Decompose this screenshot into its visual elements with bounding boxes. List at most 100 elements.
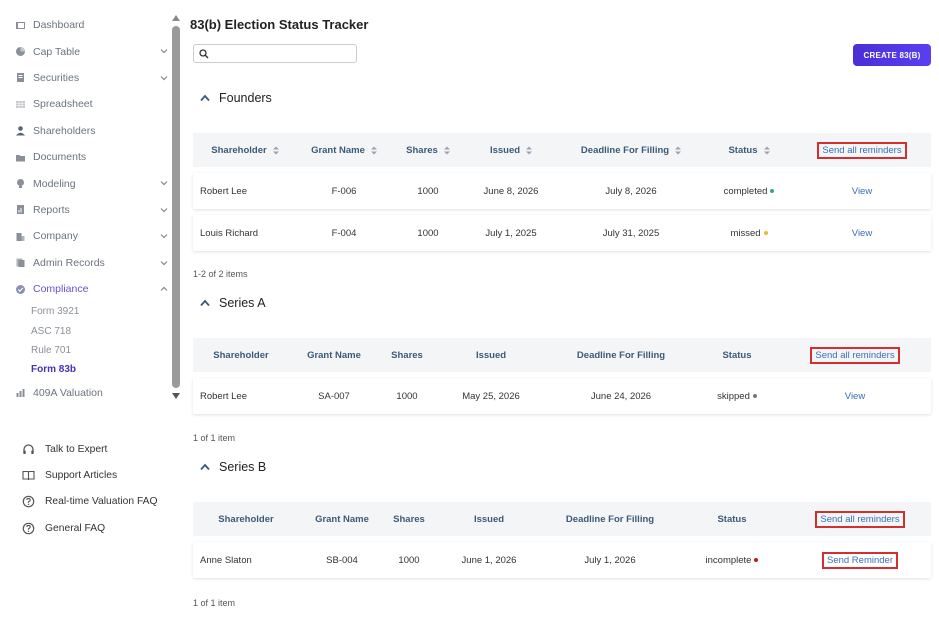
general-faq-link[interactable]: General FAQ bbox=[22, 515, 182, 541]
chevron-down-icon[interactable] bbox=[160, 232, 168, 240]
cell-action: View bbox=[793, 173, 931, 209]
sidebar-item-reports[interactable]: Reports bbox=[0, 197, 172, 223]
sidebar-item-label: 409A Valuation bbox=[33, 386, 103, 399]
sidebar-item-409a-valuation[interactable]: 409A Valuation bbox=[0, 379, 172, 405]
column-header-status[interactable]: Status bbox=[695, 338, 779, 372]
column-header-action: Send all reminders bbox=[779, 338, 931, 372]
section-toggle-series-b[interactable]: Series B bbox=[200, 460, 266, 474]
talk-to-expert-link[interactable]: Talk to Expert bbox=[22, 436, 182, 462]
view-link[interactable]: View bbox=[852, 228, 872, 239]
scroll-up-arrow-icon[interactable] bbox=[172, 14, 180, 22]
pagination-count: 1 of 1 item bbox=[193, 433, 236, 443]
chevron-down-icon[interactable] bbox=[160, 259, 168, 267]
column-header-deadline[interactable]: Deadline For Filling bbox=[545, 502, 675, 536]
status-dot bbox=[752, 394, 757, 398]
table-row: Robert Lee SA-007 1000 May 25, 2026 June… bbox=[193, 378, 931, 414]
search-icon bbox=[199, 49, 209, 59]
sidebar-item-label: Shareholders bbox=[33, 124, 96, 137]
sidebar-item-dashboard[interactable]: Dashboard bbox=[0, 12, 172, 38]
column-label: Issued bbox=[489, 144, 521, 156]
send-all-reminders-button[interactable]: Send all reminders bbox=[815, 510, 905, 528]
table-row: Anne Slaton SB-004 1000 June 1, 2026 Jul… bbox=[193, 542, 931, 578]
sidebar-item-compliance[interactable]: Compliance bbox=[0, 276, 172, 302]
status-text: missed bbox=[730, 227, 761, 239]
cell-action: View bbox=[793, 215, 931, 251]
column-header-grant-name[interactable]: Grant Name bbox=[297, 133, 391, 167]
column-header-shareholder[interactable]: Shareholder bbox=[193, 133, 297, 167]
view-link[interactable]: View bbox=[845, 391, 865, 402]
section-toggle-series-a[interactable]: Series A bbox=[200, 296, 266, 310]
create-83b-button[interactable]: CREATE 83(B) bbox=[853, 44, 931, 66]
sidebar-item-securities[interactable]: Securities bbox=[0, 65, 172, 91]
sort-icon[interactable] bbox=[272, 146, 279, 155]
chevron-down-icon[interactable] bbox=[160, 47, 168, 55]
cell-grant-name: SB-004 bbox=[326, 554, 358, 566]
sidebar-item-cap-table[interactable]: Cap Table bbox=[0, 38, 172, 64]
table-row: Robert Lee F-006 1000 June 8, 2026 July … bbox=[193, 173, 931, 209]
column-header-deadline[interactable]: Deadline For Filling bbox=[547, 338, 695, 372]
sidebar-subitem-form-83b[interactable]: Form 83b bbox=[31, 360, 172, 379]
column-header-shareholder[interactable]: Shareholder bbox=[193, 338, 289, 372]
chevron-up-icon bbox=[200, 463, 210, 471]
lightbulb-icon bbox=[15, 178, 26, 189]
column-header-grant-name[interactable]: Grant Name bbox=[299, 502, 385, 536]
column-header-shares[interactable]: Shares bbox=[391, 133, 465, 167]
sort-icon[interactable] bbox=[526, 146, 533, 155]
support-item-label: Talk to Expert bbox=[45, 443, 108, 455]
report-icon bbox=[15, 204, 26, 215]
sidebar-item-shareholders[interactable]: Shareholders bbox=[0, 118, 172, 144]
sidebar-item-label: Company bbox=[33, 230, 78, 243]
chevron-up-icon bbox=[200, 299, 210, 307]
sort-icon[interactable] bbox=[675, 146, 682, 155]
column-header-status[interactable]: Status bbox=[675, 502, 789, 536]
view-link[interactable]: View bbox=[852, 186, 872, 197]
status-text: incomplete bbox=[705, 554, 752, 566]
column-header-deadline[interactable]: Deadline For Filling bbox=[557, 133, 705, 167]
scroll-down-arrow-icon[interactable] bbox=[172, 392, 180, 400]
sort-icon[interactable] bbox=[763, 146, 770, 155]
column-header-grant-name[interactable]: Grant Name bbox=[289, 338, 379, 372]
sidebar-item-documents[interactable]: Documents bbox=[0, 144, 172, 170]
scrollbar-thumb[interactable] bbox=[172, 26, 180, 388]
section-toggle-founders[interactable]: Founders bbox=[200, 91, 272, 105]
chevron-down-icon[interactable] bbox=[160, 74, 168, 82]
section-title: Series B bbox=[219, 460, 267, 474]
column-header-status[interactable]: Status bbox=[705, 133, 793, 167]
support-articles-link[interactable]: Support Articles bbox=[22, 462, 182, 488]
sidebar-item-modeling[interactable]: Modeling bbox=[0, 170, 172, 196]
chevron-down-icon[interactable] bbox=[160, 179, 168, 187]
sort-icon[interactable] bbox=[370, 146, 377, 155]
cell-action: Send Reminder bbox=[789, 542, 931, 578]
search-box[interactable] bbox=[193, 44, 357, 63]
status-text: skipped bbox=[717, 390, 750, 402]
column-header-issued[interactable]: Issued bbox=[465, 133, 557, 167]
sort-icon[interactable] bbox=[443, 146, 450, 155]
column-header-shares[interactable]: Shares bbox=[385, 502, 433, 536]
cell-deadline: July 8, 2026 bbox=[605, 185, 657, 197]
send-all-reminders-button[interactable]: Send all reminders bbox=[810, 346, 900, 364]
chevron-down-icon[interactable] bbox=[160, 206, 168, 214]
chevron-up-icon[interactable] bbox=[160, 285, 168, 293]
pie-chart-icon bbox=[15, 46, 26, 57]
column-header-shares[interactable]: Shares bbox=[379, 338, 435, 372]
sidebar-scrollbar[interactable] bbox=[172, 14, 180, 402]
sidebar-subitem-form-3921[interactable]: Form 3921 bbox=[31, 302, 172, 321]
sidebar-item-admin-records[interactable]: Admin Records bbox=[0, 250, 172, 276]
support-item-label: General FAQ bbox=[45, 522, 106, 534]
send-reminder-button[interactable]: Send Reminder bbox=[821, 551, 898, 569]
sidebar-item-spreadsheet[interactable]: Spreadsheet bbox=[0, 91, 172, 117]
column-header-issued[interactable]: Issued bbox=[433, 502, 545, 536]
cell-shares: 1000 bbox=[398, 554, 420, 566]
realtime-valuation-faq-link[interactable]: Real-time Valuation FAQ bbox=[22, 489, 182, 515]
search-input[interactable] bbox=[212, 46, 352, 61]
status-dot bbox=[763, 231, 768, 235]
sidebar-item-label: Reports bbox=[33, 203, 70, 216]
sidebar-subitem-rule-701[interactable]: Rule 701 bbox=[31, 341, 172, 360]
column-header-action: Send all reminders bbox=[789, 502, 931, 536]
document-icon bbox=[15, 72, 26, 83]
column-header-shareholder[interactable]: Shareholder bbox=[193, 502, 299, 536]
column-header-issued[interactable]: Issued bbox=[435, 338, 547, 372]
sidebar-item-company[interactable]: Company bbox=[0, 223, 172, 249]
send-all-reminders-button[interactable]: Send all reminders bbox=[817, 141, 907, 159]
sidebar-subitem-asc-718[interactable]: ASC 718 bbox=[31, 322, 172, 341]
